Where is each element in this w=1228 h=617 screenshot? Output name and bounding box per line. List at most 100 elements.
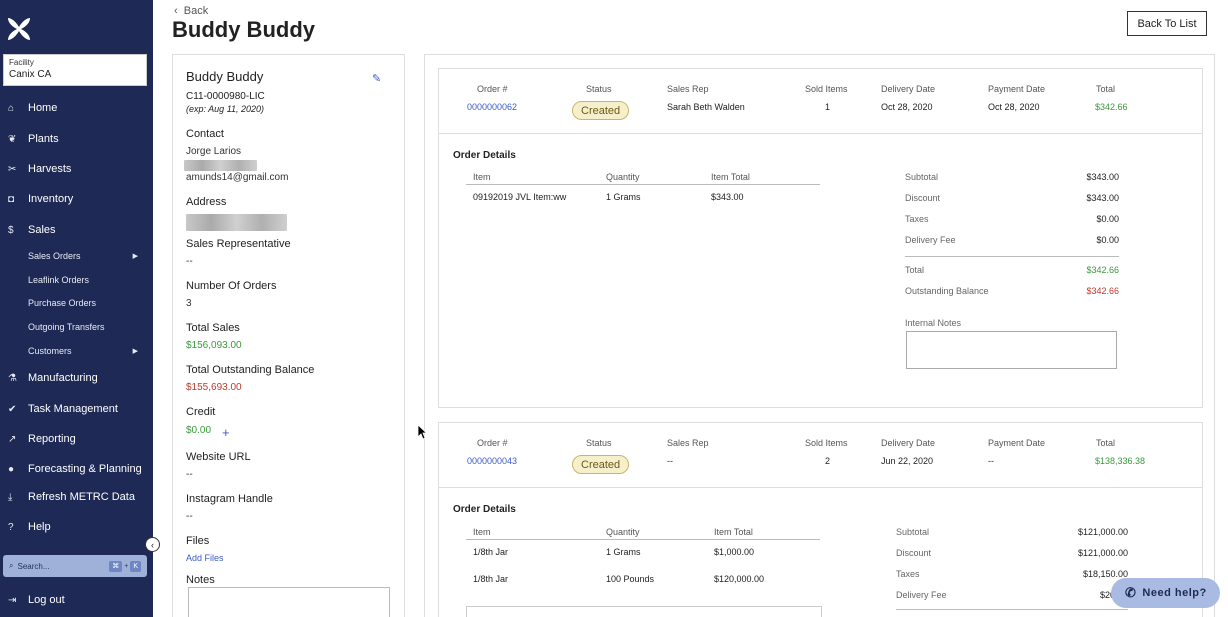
order-details-title: Order Details: [453, 150, 516, 161]
quantity-header: Quantity: [606, 172, 640, 182]
item-header: Item: [473, 527, 491, 537]
order-card: Order # Status Sales Rep Sold Items Deli…: [438, 422, 1203, 617]
sold-items-header: Sold Items: [805, 438, 848, 448]
item-quantity: 1 Grams: [606, 192, 641, 202]
delivery-fee-value: $0.00: [1096, 235, 1119, 245]
nav-task-management[interactable]: ✔ Task Management: [0, 398, 153, 420]
nav-inventory[interactable]: ◘ Inventory: [0, 188, 153, 210]
home-icon: ⌂: [8, 102, 15, 114]
page-title: Buddy Buddy: [172, 17, 315, 42]
payment-date-value: --: [988, 456, 994, 466]
item-name: 1/8th Jar: [473, 574, 509, 584]
outstanding-balance-value: $342.66: [1086, 286, 1119, 296]
credit-label: Credit: [186, 406, 216, 418]
add-credit-icon[interactable]: +: [222, 425, 230, 440]
status-badge: Created: [572, 101, 630, 120]
customer-card: Buddy Buddy ✎ C11-0000980-LIC (exp: Aug …: [172, 54, 405, 617]
nav-help[interactable]: ? Help: [0, 516, 153, 538]
customer-name: Buddy Buddy: [186, 69, 264, 84]
nav-refresh-metrc[interactable]: ⤓ Refresh METRC Data: [0, 486, 153, 508]
check-icon: ✔: [8, 403, 17, 415]
nav-reporting[interactable]: ↗ Reporting: [0, 428, 153, 450]
collapse-sidebar-button[interactable]: ‹: [145, 537, 160, 552]
item-name: 1/8th Jar: [473, 547, 509, 557]
sidebar: Facility Canix CA ⌂ Home ❦ Plants ✂ Harvest…: [0, 0, 153, 617]
help-icon: ?: [8, 521, 14, 533]
order-number-link[interactable]: 0000000062: [467, 102, 517, 112]
summary-line: [896, 609, 1128, 610]
canix-logo-icon[interactable]: [6, 16, 32, 42]
quantity-header: Quantity: [606, 527, 640, 537]
orders-count-label: Number Of Orders: [186, 280, 277, 292]
discount-label: Discount: [896, 548, 932, 558]
redacted-phone: [184, 160, 257, 171]
discount-value: $343.00: [1086, 193, 1119, 203]
cmd-key: ⌘: [109, 560, 123, 572]
orders-count-value: 3: [186, 298, 192, 309]
delivery-date-header: Delivery Date: [881, 438, 936, 448]
add-files-link[interactable]: Add Files: [186, 553, 224, 563]
sold-items-header: Sold Items: [805, 84, 848, 94]
search-icon: ⌕: [9, 561, 14, 570]
item-total-header: Item Total: [711, 172, 750, 182]
nav-plants[interactable]: ❦ Plants: [0, 128, 153, 150]
instagram-value: --: [186, 511, 193, 522]
facility-selector[interactable]: Facility Canix CA: [3, 54, 147, 86]
search-bar[interactable]: ⌕ Search... ⌘ + K: [3, 555, 147, 577]
item-total: $120,000.00: [714, 574, 765, 584]
edit-icon[interactable]: ✎: [372, 72, 381, 85]
status-badge: Created: [572, 455, 630, 474]
search-placeholder: Search...: [17, 561, 50, 571]
delivery-date-value: Oct 28, 2020: [881, 102, 933, 112]
nav-home[interactable]: ⌂ Home: [0, 97, 153, 119]
total-header: Total: [1096, 438, 1116, 448]
status-header: Status: [586, 84, 612, 94]
payment-date-header: Payment Date: [988, 84, 1046, 94]
divider: [439, 487, 1202, 488]
table-header-line: [466, 539, 820, 540]
item-header: Item: [473, 172, 491, 182]
taxes-label: Taxes: [896, 569, 920, 579]
flask-icon: ⚗: [8, 372, 17, 384]
internal-notes-textarea[interactable]: [906, 331, 1117, 369]
delivery-fee-value: $20: [1099, 590, 1115, 600]
caret-right-icon: ▶: [132, 348, 138, 355]
nav-customers[interactable]: Customers ▶: [28, 342, 148, 360]
discount-value: $121,000.00: [1077, 548, 1128, 558]
chevron-left-icon: ‹: [174, 5, 178, 17]
instagram-label: Instagram Handle: [186, 493, 273, 505]
back-to-list-button[interactable]: Back To List: [1127, 11, 1207, 36]
back-link[interactable]: ‹ Back: [174, 5, 208, 17]
notes-textarea[interactable]: [188, 587, 390, 617]
delivery-date-value: Jun 22, 2020: [881, 456, 934, 466]
delivery-fee-label: Delivery Fee: [905, 235, 956, 245]
sales-rep-header: Sales Rep: [667, 84, 709, 94]
outstanding-balance-label: Outstanding Balance: [905, 286, 989, 296]
status-header: Status: [586, 438, 612, 448]
logout-icon: ⇥: [8, 594, 17, 606]
nav-forecasting[interactable]: ● Forecasting & Planning: [0, 458, 153, 480]
website-label: Website URL: [186, 451, 251, 463]
order-number-link[interactable]: 0000000043: [467, 456, 517, 466]
sold-items-value: 1: [825, 102, 831, 112]
nav-logout[interactable]: ⇥ Log out: [0, 589, 153, 611]
nav-leaflink-orders[interactable]: Leaflink Orders: [28, 271, 148, 289]
nav-sales[interactable]: $ Sales: [0, 219, 153, 241]
subtotal-value: $121,000.00: [1077, 527, 1128, 537]
order-total-value: $342.66: [1095, 102, 1128, 112]
facility-label: Facility: [9, 58, 34, 67]
nav-harvests[interactable]: ✂ Harvests: [0, 158, 153, 180]
outstanding-value: $155,693.00: [186, 382, 242, 393]
outstanding-label: Total Outstanding Balance: [186, 364, 315, 376]
nav-manufacturing[interactable]: ⚗ Manufacturing: [0, 367, 153, 389]
notes-label: Notes: [186, 574, 215, 586]
nav-sales-orders[interactable]: Sales Orders ▶: [28, 247, 148, 265]
need-help-button[interactable]: ✆ Need help?: [1111, 578, 1220, 608]
nav-purchase-orders[interactable]: Purchase Orders: [28, 294, 148, 312]
facility-value: Canix CA: [9, 69, 52, 80]
nav-outgoing-transfers[interactable]: Outgoing Transfers: [28, 318, 148, 336]
address-label: Address: [186, 196, 227, 208]
box-icon: ◘: [8, 193, 15, 205]
total-sales-label: Total Sales: [186, 322, 240, 334]
chart-icon: ↗: [8, 433, 17, 445]
